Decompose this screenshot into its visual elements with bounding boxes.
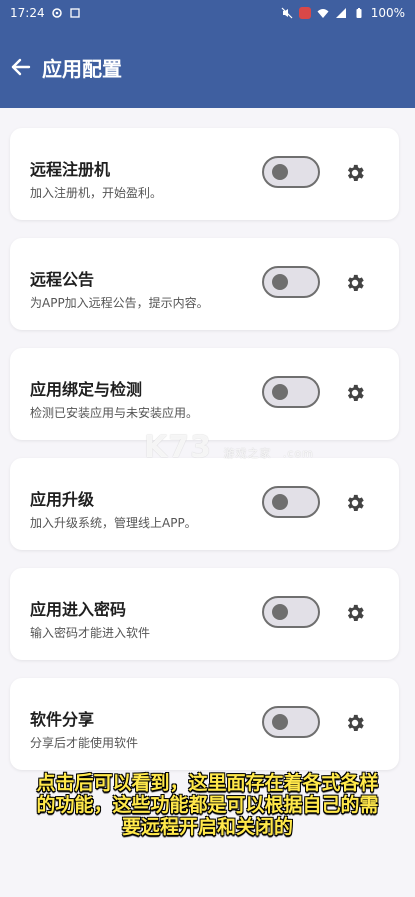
screenshot-icon <box>69 8 80 18</box>
config-item-title: 应用升级 <box>30 490 95 509</box>
status-bar: 17:24 100% <box>0 0 415 26</box>
config-item-register: 远程注册机 加入注册机，开始盈利。 <box>10 128 399 220</box>
binding-toggle[interactable] <box>262 376 320 408</box>
battery-icon <box>356 8 362 18</box>
share-toggle[interactable] <box>262 706 320 738</box>
config-item-binding: 应用绑定与检测 检测已安装应用与未安装应用。 <box>10 348 399 440</box>
config-item-title: 软件分享 <box>30 710 95 729</box>
mute-icon <box>281 7 293 19</box>
gear-icon[interactable] <box>344 712 366 734</box>
wifi-icon <box>317 9 329 18</box>
config-item-desc: 加入注册机，开始盈利。 <box>30 186 163 200</box>
toggle-knob <box>272 274 288 290</box>
config-item-desc: 检测已安装应用与未安装应用。 <box>30 406 199 420</box>
config-item-desc: 为APP加入远程公告，提示内容。 <box>30 296 209 310</box>
config-item-desc: 输入密码才能进入软件 <box>30 626 151 640</box>
gear-icon[interactable] <box>344 492 366 514</box>
watermark-brand: K73 <box>144 430 212 465</box>
status-time: 17:24 <box>10 6 45 20</box>
register-toggle[interactable] <box>262 156 320 188</box>
watermark-logo: K73 游戏之家 .com <box>144 430 314 465</box>
gear-icon[interactable] <box>344 382 366 404</box>
config-item-title: 远程注册机 <box>30 160 111 179</box>
config-item-password: 应用进入密码 输入密码才能进入软件 <box>10 568 399 660</box>
settings-icon <box>51 8 62 18</box>
config-item-upgrade: 应用升级 加入升级系统，管理线上APP。 <box>10 458 399 550</box>
gear-icon[interactable] <box>344 272 366 294</box>
arrow-left-icon <box>11 58 31 76</box>
app-bar: 应用配置 <box>0 26 415 108</box>
page-title: 应用配置 <box>42 56 122 81</box>
config-item-announcement: 远程公告 为APP加入远程公告，提示内容。 <box>10 238 399 330</box>
screen-record-icon <box>298 7 311 19</box>
config-item-title: 应用进入密码 <box>30 600 127 619</box>
battery-percent: 100% <box>370 6 405 20</box>
config-item-title: 应用绑定与检测 <box>30 380 143 399</box>
password-toggle[interactable] <box>262 596 320 628</box>
config-item-title: 远程公告 <box>30 270 95 289</box>
toggle-knob <box>272 604 288 620</box>
signal-icon <box>335 8 346 18</box>
config-item-desc: 分享后才能使用软件 <box>30 736 139 750</box>
gear-icon[interactable] <box>344 602 366 624</box>
upgrade-toggle[interactable] <box>262 486 320 518</box>
announcement-toggle[interactable] <box>262 266 320 298</box>
gear-icon[interactable] <box>344 162 366 184</box>
toggle-knob <box>272 494 288 510</box>
toggle-knob <box>272 164 288 180</box>
back-button[interactable] <box>4 50 38 84</box>
watermark-cn: 游戏之家 <box>223 447 272 460</box>
config-item-share: 软件分享 分享后才能使用软件 <box>10 678 399 770</box>
toggle-knob <box>272 714 288 730</box>
video-caption: 点击后可以看到，这里面存在着各式各样 的功能，这些功能都是可以根据自己的需 要远… <box>0 772 415 838</box>
toggle-knob <box>272 384 288 400</box>
caption-line: 要远程开启和关闭的 <box>121 816 293 838</box>
watermark-domain: .com <box>282 447 314 460</box>
caption-line: 点击后可以看到，这里面存在着各式各样 <box>36 772 379 794</box>
caption-line: 的功能，这些功能都是可以根据自己的需 <box>36 794 379 816</box>
config-item-desc: 加入升级系统，管理线上APP。 <box>30 516 197 530</box>
